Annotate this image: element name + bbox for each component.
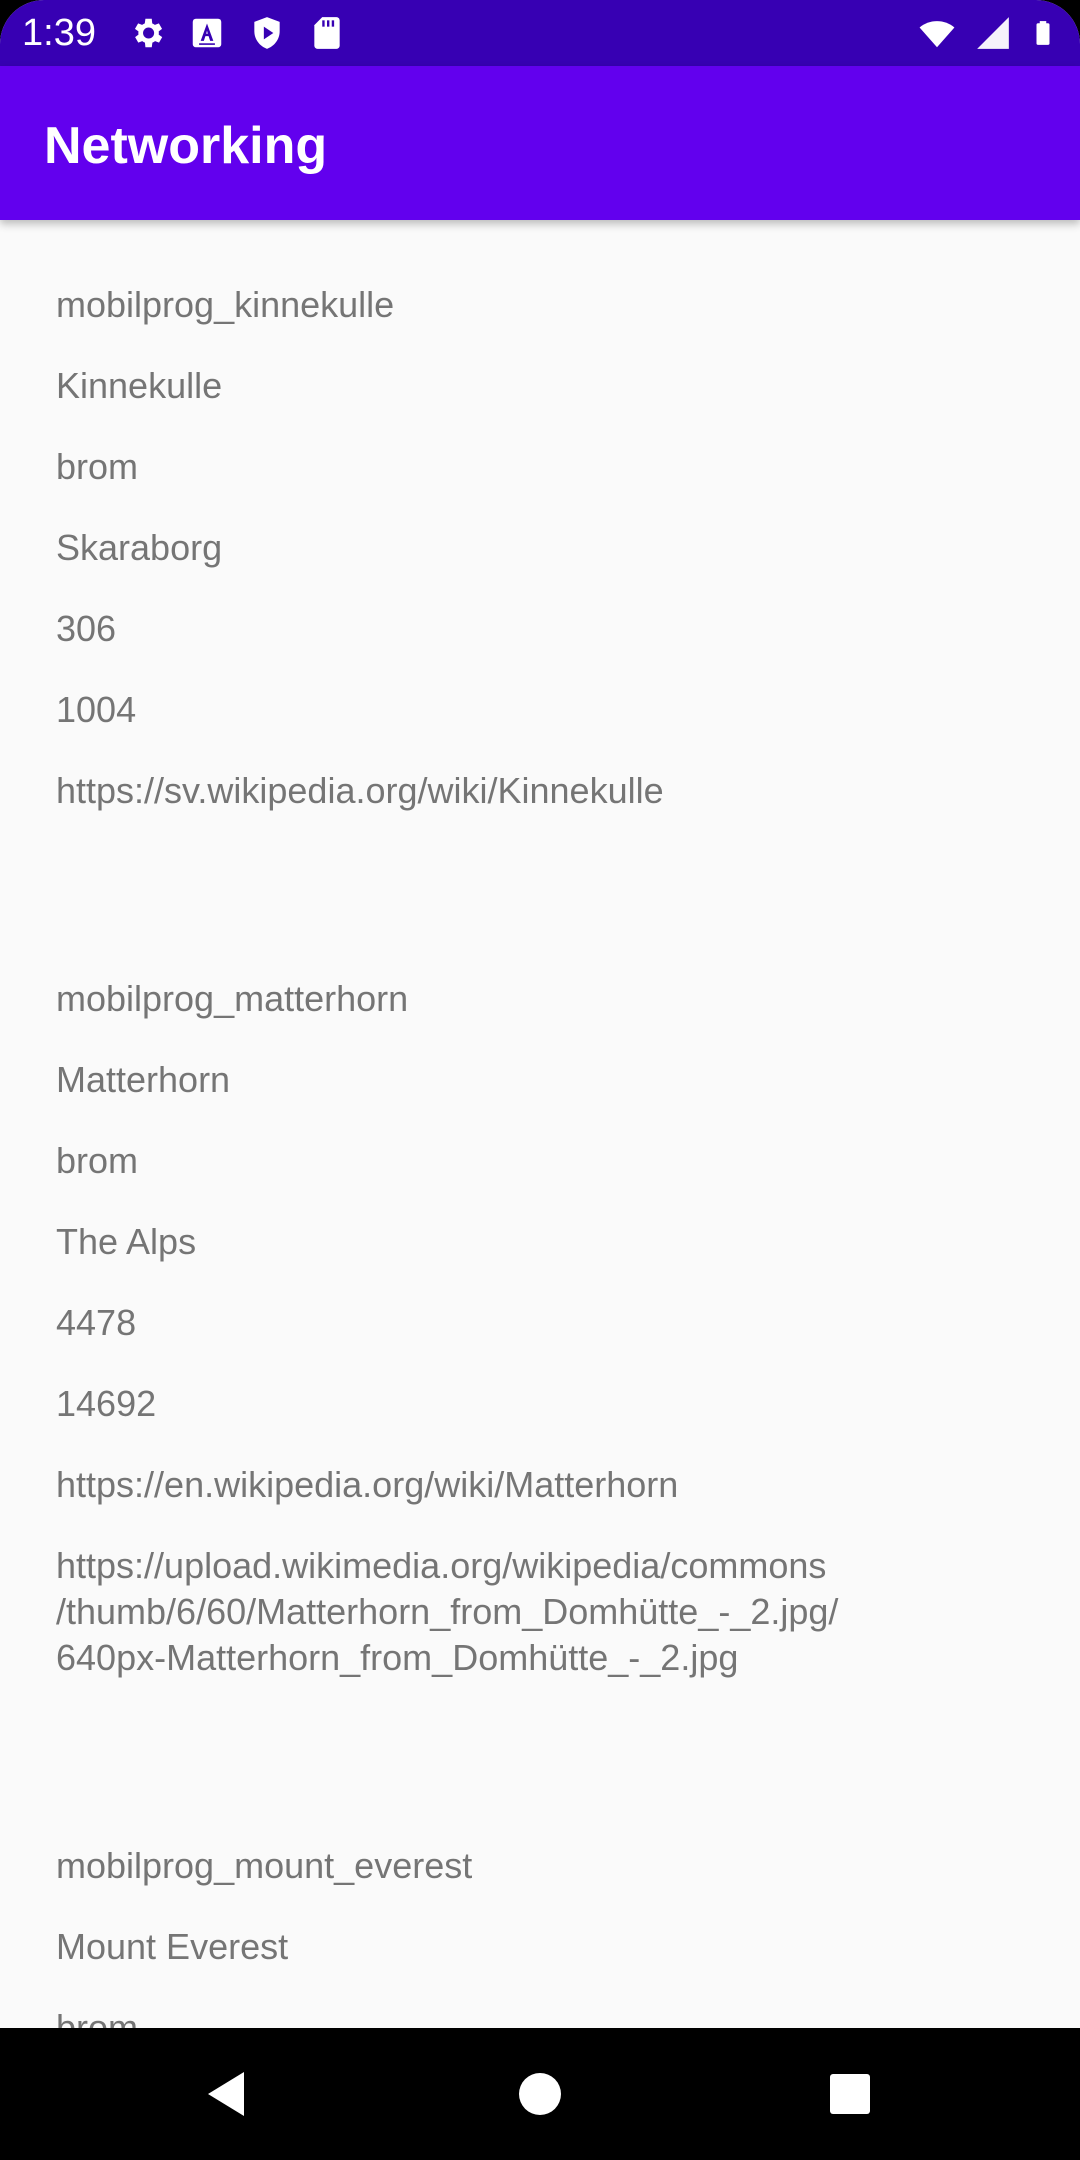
status-bar: 1:39 [0, 0, 1080, 66]
list-item[interactable]: mobilprog_kinnekulle Kinnekulle brom Ska… [56, 282, 956, 849]
mountain-list[interactable]: mobilprog_kinnekulle Kinnekulle brom Ska… [0, 220, 1080, 2028]
item-location: The Alps [56, 1221, 197, 1262]
item-height: 306 [56, 608, 117, 649]
item-id: mobilprog_mount_everest [56, 1845, 473, 1886]
battery-icon [1036, 21, 1050, 45]
app-bar: Networking [0, 66, 1080, 220]
back-button[interactable] [146, 2028, 306, 2160]
item-size: 14692 [56, 1383, 157, 1424]
image-url-line: https://upload.wikimedia.org/wikipedia/c… [56, 1545, 827, 1586]
notification-icons [128, 14, 346, 52]
item-name: Matterhorn [56, 1059, 231, 1100]
status-time: 1:39 [22, 12, 96, 54]
item-type: brom [56, 2007, 139, 2028]
navigation-bar [0, 2028, 1080, 2160]
item-wiki-link[interactable]: https://sv.wikipedia.org/wiki/Kinnekulle [56, 768, 956, 849]
item-wiki-link[interactable]: https://en.wikipedia.org/wiki/Matterhorn [56, 1462, 956, 1543]
font-a-icon [192, 18, 222, 48]
item-size: 1004 [56, 689, 137, 730]
item-id: mobilprog_matterhorn [56, 978, 409, 1019]
recents-icon [830, 2074, 870, 2114]
item-image-url[interactable]: https://upload.wikimedia.org/wikipedia/c… [56, 1543, 956, 1681]
item-name: Kinnekulle [56, 365, 223, 406]
wifi-icon [919, 21, 955, 48]
recents-button[interactable] [770, 2028, 930, 2160]
play-shield-icon [254, 17, 280, 49]
image-url-line: 640px-Matterhorn_from_Domhütte_-_2.jpg [56, 1637, 739, 1678]
list-item[interactable]: mobilprog_mount_everest Mount Everest br… [56, 1843, 956, 2028]
item-location: Skaraborg [56, 527, 223, 568]
item-name: Mount Everest [56, 1926, 289, 1967]
item-type: brom [56, 446, 139, 487]
app-title: Networking [44, 117, 328, 175]
system-icons [918, 14, 1056, 52]
list-item[interactable]: mobilprog_matterhorn Matterhorn brom The… [56, 976, 956, 1681]
item-type: brom [56, 1140, 139, 1181]
image-url-line: /thumb/6/60/Matterhorn_from_Domhütte_-_2… [56, 1591, 839, 1632]
home-icon [519, 2073, 561, 2115]
item-id: mobilprog_kinnekulle [56, 284, 395, 325]
sd-card-icon [314, 17, 340, 49]
back-icon [208, 2072, 244, 2116]
app-screen: 1:39 Networking mobilprog_kinnekulle Kin… [0, 0, 1080, 2160]
signal-icon [977, 17, 1009, 49]
item-height: 4478 [56, 1302, 137, 1343]
home-button[interactable] [460, 2028, 620, 2160]
gear-icon [134, 18, 163, 48]
